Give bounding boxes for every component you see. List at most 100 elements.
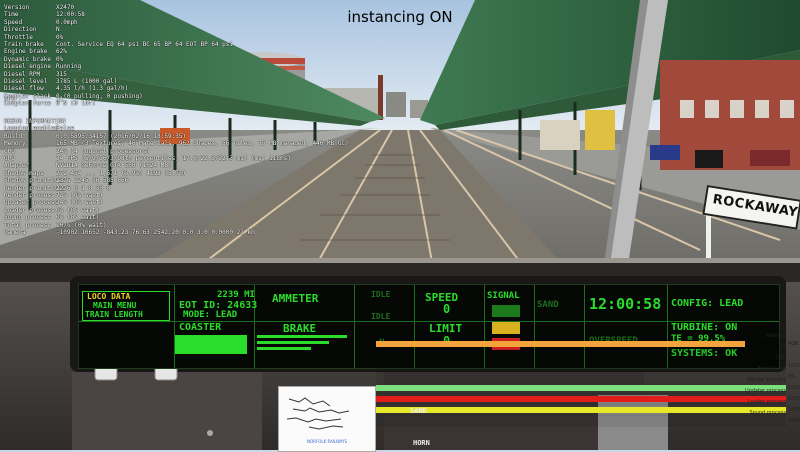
meter-pct: 100% <box>788 418 800 424</box>
hud-row: Speed 0.0mph <box>4 19 233 26</box>
hud-row: Sound process 0% (0% wait) <box>4 214 349 221</box>
hud-value: Running <box>56 63 82 71</box>
hud-row: Adapter NVIDIA GeForce GTX 560 (1024 MB) <box>4 162 349 169</box>
hud-value: 0% <box>56 33 64 41</box>
brake-bar-1 <box>257 335 347 338</box>
hud-value: -10902 10652 -843.23 76.63 2542.20 0.0 3… <box>56 229 255 237</box>
sand-indicator: SAND <box>537 300 559 310</box>
config-label: CONFIG: LEAD <box>671 298 744 309</box>
hud-value: 315 <box>56 70 67 78</box>
hud-key: Direction <box>4 26 37 34</box>
clock: 12:00:58 <box>589 295 662 313</box>
card-scribble <box>286 397 350 430</box>
speed-label: SPEED <box>425 291 459 304</box>
hud-row: Total process 107% (0% wait) <box>4 222 349 229</box>
meter-label: Memory <box>765 333 786 339</box>
meter-label: Frame time <box>757 366 786 372</box>
signal-label: SIGNAL <box>487 291 520 301</box>
ammeter-label: AMMETER <box>272 292 319 305</box>
hud-row: Diesel RPM 315 <box>4 71 233 78</box>
hud-key: Adapter <box>4 162 30 170</box>
horn-cab-label: HORN <box>413 439 430 447</box>
hud-key: Time <box>4 11 19 19</box>
idle-label-mid: IDLE <box>371 312 391 321</box>
hud-row: Time 12:00:58 <box>4 11 233 18</box>
meter-label: Loader process <box>748 399 786 405</box>
hud-key: Engine brake <box>4 48 48 56</box>
hud-value: 12:00:58 <box>56 11 85 19</box>
coaster-label: COASTER <box>179 322 222 333</box>
hud-row: Shadow primitives 1375 1245 96 585 866 <box>4 177 349 184</box>
meter-pct: 0% <box>788 374 796 380</box>
brake-label: BRAKE <box>283 322 317 335</box>
meter-pct: 100% <box>788 385 800 391</box>
main-menu-label[interactable]: MAIN MENU <box>93 302 136 310</box>
sand-cab-label: SAND <box>410 407 427 415</box>
hud-key: Total process <box>4 221 51 229</box>
hud-row: Diesel flow 4.35 l/h (1.3 gal/h) <box>4 85 233 92</box>
hud-row: Memory 165 MB (3 Textures, 46 Materials, … <box>4 140 349 147</box>
yellow-building <box>585 110 615 150</box>
meter-fill <box>376 396 786 402</box>
coaster-bar <box>175 335 247 354</box>
hud-row: Diesel engine Running <box>4 63 233 70</box>
debug-info-overlay: DEBUG INFORMATION Logging enabled False Bui… <box>4 118 349 237</box>
hud-row: Throttle 0% <box>4 34 233 41</box>
meter-pct: 100% <box>788 396 800 402</box>
hud-key: Diesel flow <box>4 85 44 93</box>
hud-value: False <box>56 125 75 133</box>
red-car <box>750 150 790 166</box>
meter-pct: 100% <box>788 407 800 413</box>
control-stand <box>72 372 262 450</box>
hud-key: CPU <box>4 147 15 155</box>
idle-label-top: IDLE <box>371 290 391 299</box>
hud-key: Diesel RPM <box>4 70 41 78</box>
hud-value: 0% (0% wait) <box>56 214 100 222</box>
signal-yellow <box>492 322 520 334</box>
signal-green <box>492 305 520 317</box>
hud-value: 62% <box>56 48 67 56</box>
brake-bar-2 <box>257 341 329 344</box>
loco-data-label[interactable]: LOCO DATA <box>87 293 130 301</box>
hud-row: Updater process 34% (0% wait) <box>4 199 349 206</box>
speed-value: 0 <box>443 302 451 316</box>
meter-label: GC <box>778 344 786 350</box>
black-truck <box>695 150 723 168</box>
hud-row: Render primitives 2276 0 1 0 30 0 <box>4 185 349 192</box>
hud-value: 1375 1245 96 585 866 <box>56 177 129 185</box>
meter-label: Sound process <box>749 410 786 416</box>
meter-row: Sound process100% <box>376 410 800 427</box>
fps-value: 31 <box>56 96 64 103</box>
fps-label: FPS <box>4 96 15 103</box>
mode-label: MODE: LEAD <box>183 310 238 320</box>
train-length-label[interactable]: TRAIN LENGTH <box>85 311 143 319</box>
timetable-card: NORFOLK RAILWAYS <box>278 386 376 452</box>
hud-key: Logging enabled <box>4 125 59 133</box>
fps-readout: FPS 31 <box>4 96 63 103</box>
hud-row: Version X2470 <box>4 4 233 11</box>
meter-fill <box>376 341 745 347</box>
hud-value: 24% (4 logical processors) <box>56 147 150 155</box>
hud-key: Memory <box>4 140 26 148</box>
card-text: NORFOLK RAILWAYS <box>307 439 348 444</box>
blue-car <box>650 145 680 160</box>
meter-fill <box>376 385 786 391</box>
hud-key: Diesel engine <box>4 63 51 71</box>
brake-bar-3 <box>257 347 311 350</box>
hud-info-overlay: Version X2470 Time 12:00:58 Speed 0.0mph Direc… <box>4 4 233 108</box>
hud-row: Logging enabled False <box>4 125 349 132</box>
hud-row: Camera -10902 10652 -843.23 76.63 2542.20… <box>4 229 349 236</box>
hud-value: Cont. Service EQ 64 psi BC 65 BP 64 EOT … <box>56 41 234 49</box>
hud-value: 165 MB (3 Textures, 46 Materials, 962 Sh… <box>56 140 349 148</box>
limit-label: LIMIT <box>429 322 463 335</box>
hud-row: Engine brake 62% <box>4 48 233 55</box>
hud-key: Throttle <box>4 33 33 41</box>
meter-pct: 100% <box>788 363 800 369</box>
turbine-label: TURBINE: ON <box>671 322 738 333</box>
meter-fill <box>376 407 786 413</box>
hud-value: 107% (0% wait) <box>56 221 107 229</box>
hud-key: Render primitives <box>4 184 66 192</box>
hud-value: 4.35 l/h (1.3 gal/h) <box>56 85 129 93</box>
meter-label: CPU <box>775 355 786 361</box>
hud-key: Camera <box>4 229 26 237</box>
